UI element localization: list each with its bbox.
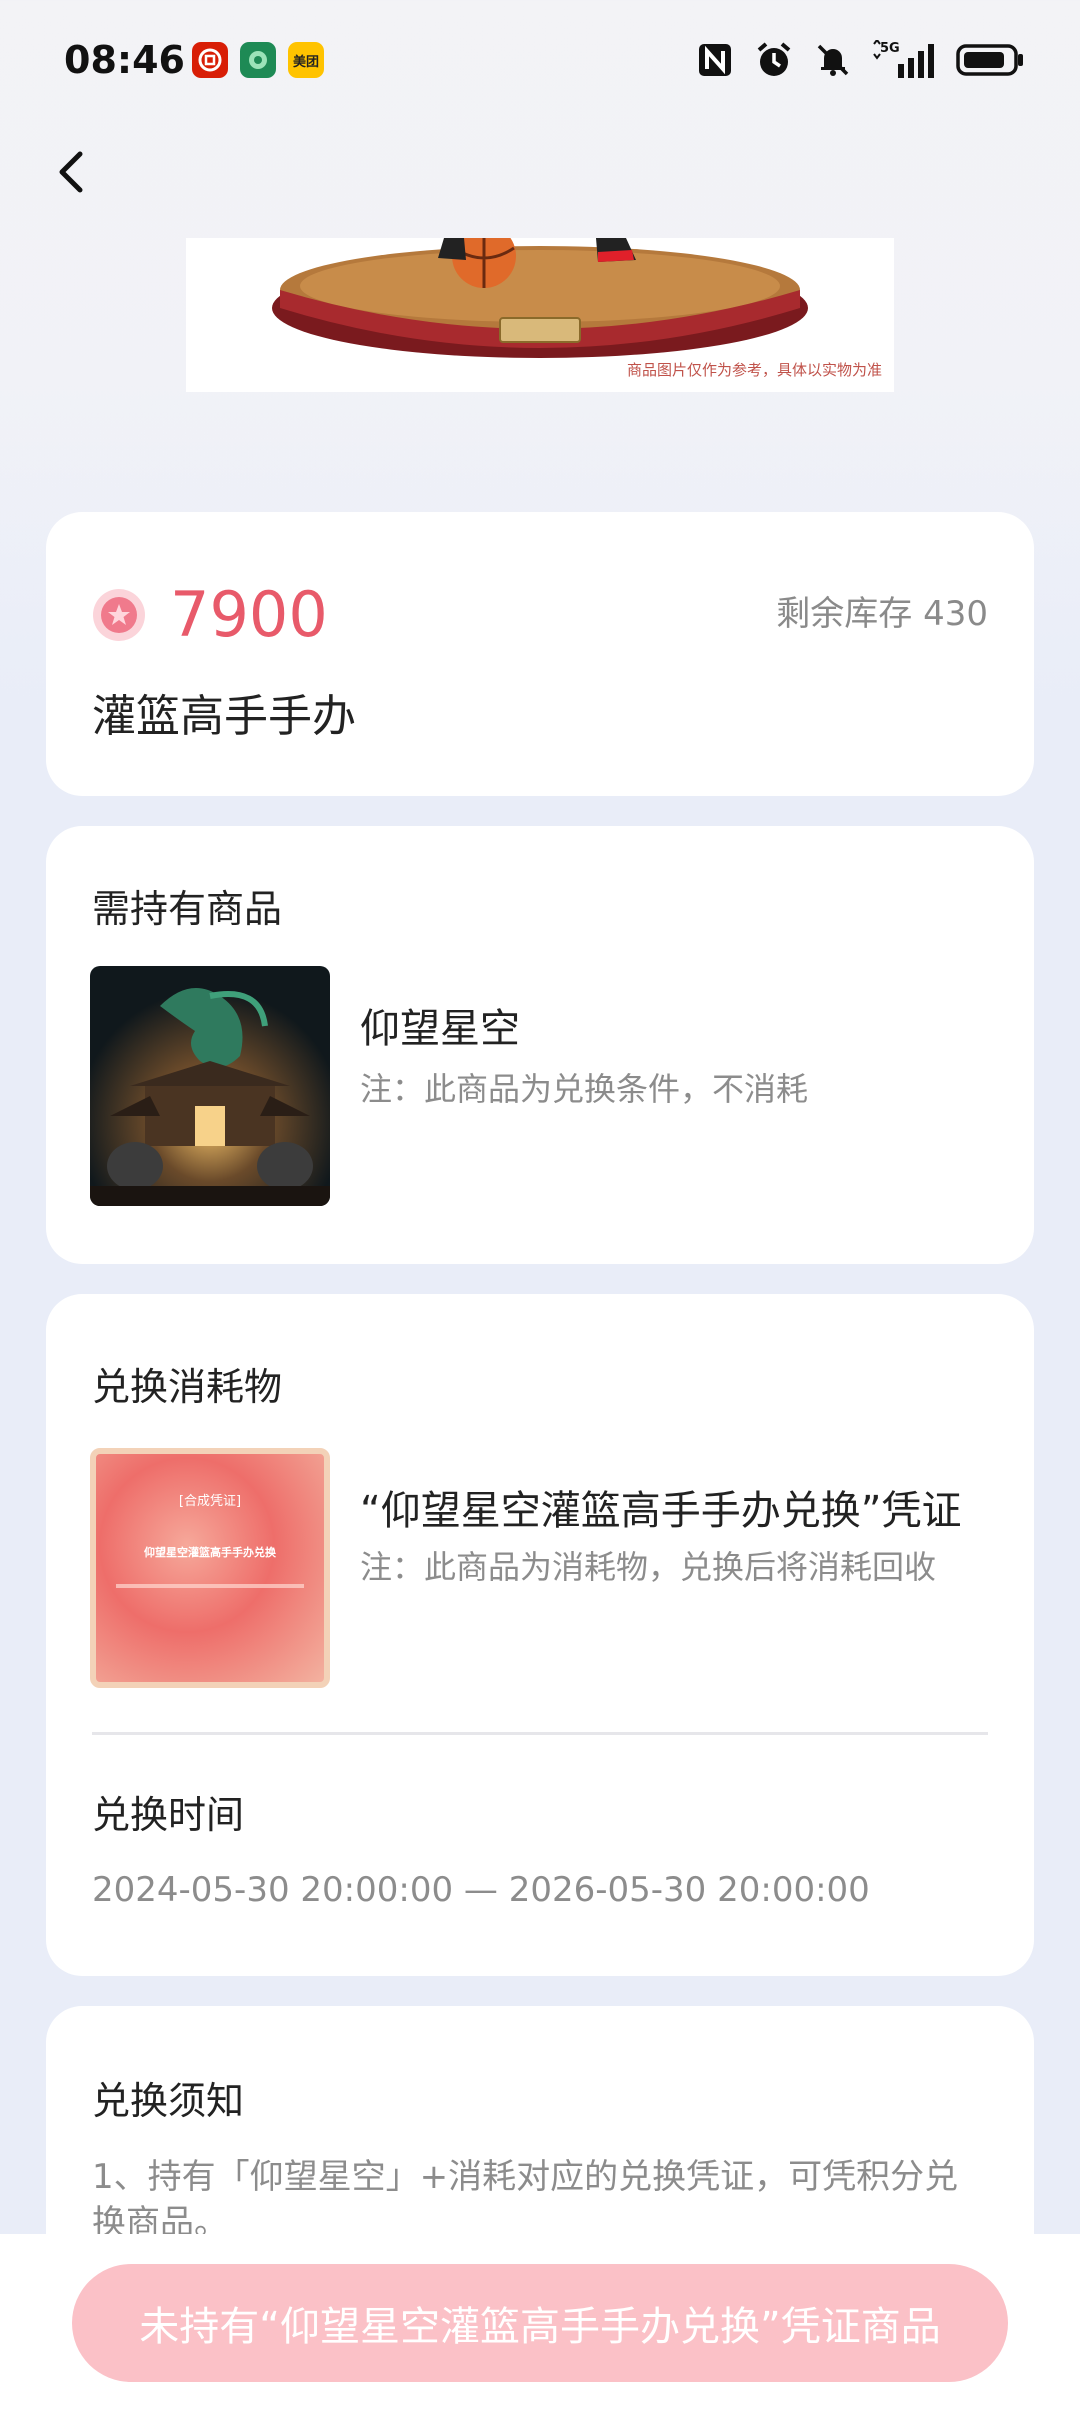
voucher-thumbnail[interactable]: [合成凭证] 仰望星空灌篮高手手办兑换 <box>90 1448 330 1688</box>
redeem-button-disabled[interactable]: 未持有“仰望星空灌篮高手手办兑换”凭证商品 <box>72 2264 1008 2382</box>
product-title: 灌篮高手手办 <box>92 691 356 742</box>
product-image: 商品图片仅作为参考，具体以实物为准 <box>186 238 894 392</box>
status-bar: 08:46 美团 5G <box>0 0 1080 124</box>
bank-app-icon <box>192 42 228 78</box>
chevron-left-icon <box>59 151 83 193</box>
required-item-name: 仰望星空 <box>360 1006 520 1052</box>
wallet-app-icon <box>240 42 276 78</box>
consumable-item-name: “仰望星空灌篮高手手办兑换”凭证 <box>360 1488 962 1534</box>
divider <box>92 1732 988 1735</box>
price-card: 7900 剩余库存 430 灌篮高手手办 <box>46 512 1034 796</box>
signal-5g-icon: 5G <box>872 40 936 80</box>
required-item-note: 注：此商品为兑换条件，不消耗 <box>360 1070 809 1108</box>
battery-icon <box>956 42 1024 78</box>
back-button[interactable] <box>44 140 108 204</box>
section-title-consumable: 兑换消耗物 <box>92 1365 283 1409</box>
svg-text:5G: 5G <box>880 41 900 56</box>
notice-text: 1、持有「仰望星空」+消耗对应的兑换凭证，可凭积分兑换商品。 <box>92 2157 959 2243</box>
voucher-line <box>116 1584 304 1588</box>
exchange-time-range: 2024-05-30 20:00:00 — 2026-05-30 20:00:0… <box>92 1870 870 1910</box>
consumable-card: 兑换消耗物 [合成凭证] 仰望星空灌篮高手手办兑换 “仰望星空灌篮高手手办兑换”… <box>46 1294 1034 1976</box>
points-price: 7900 <box>170 578 328 651</box>
section-title-required: 需持有商品 <box>92 887 283 931</box>
bottom-action-bar: 未持有“仰望星空灌篮高手手办兑换”凭证商品 <box>0 2234 1080 2412</box>
consumable-item-note: 注：此商品为消耗物，兑换后将消耗回收 <box>360 1548 937 1586</box>
stock-remaining: 剩余库存 430 <box>776 594 988 634</box>
points-star-icon <box>93 588 145 641</box>
alarm-icon <box>754 40 794 80</box>
mute-bell-icon <box>814 41 852 79</box>
status-time: 08:46 <box>64 38 185 82</box>
notification-app-icons: 美团 <box>192 42 324 78</box>
voucher-tag: [合成凭证] <box>178 1494 242 1509</box>
dragon-temple-image <box>90 966 330 1206</box>
section-title-time: 兑换时间 <box>92 1793 245 1837</box>
status-indicators: 5G <box>696 40 1024 80</box>
meituan-app-icon: 美团 <box>288 42 324 78</box>
nfc-icon <box>696 41 734 79</box>
voucher-title: 仰望星空灌篮高手手办兑换 <box>144 1546 276 1559</box>
price-row: 7900 <box>92 578 328 651</box>
required-item-thumbnail[interactable] <box>90 966 330 1206</box>
required-item-card: 需持有商品 仰望星空 注：此商品为兑换条件，不消耗 <box>46 826 1034 1264</box>
section-title-notice: 兑换须知 <box>92 2079 245 2123</box>
image-disclaimer: 商品图片仅作为参考，具体以实物为准 <box>626 361 882 379</box>
